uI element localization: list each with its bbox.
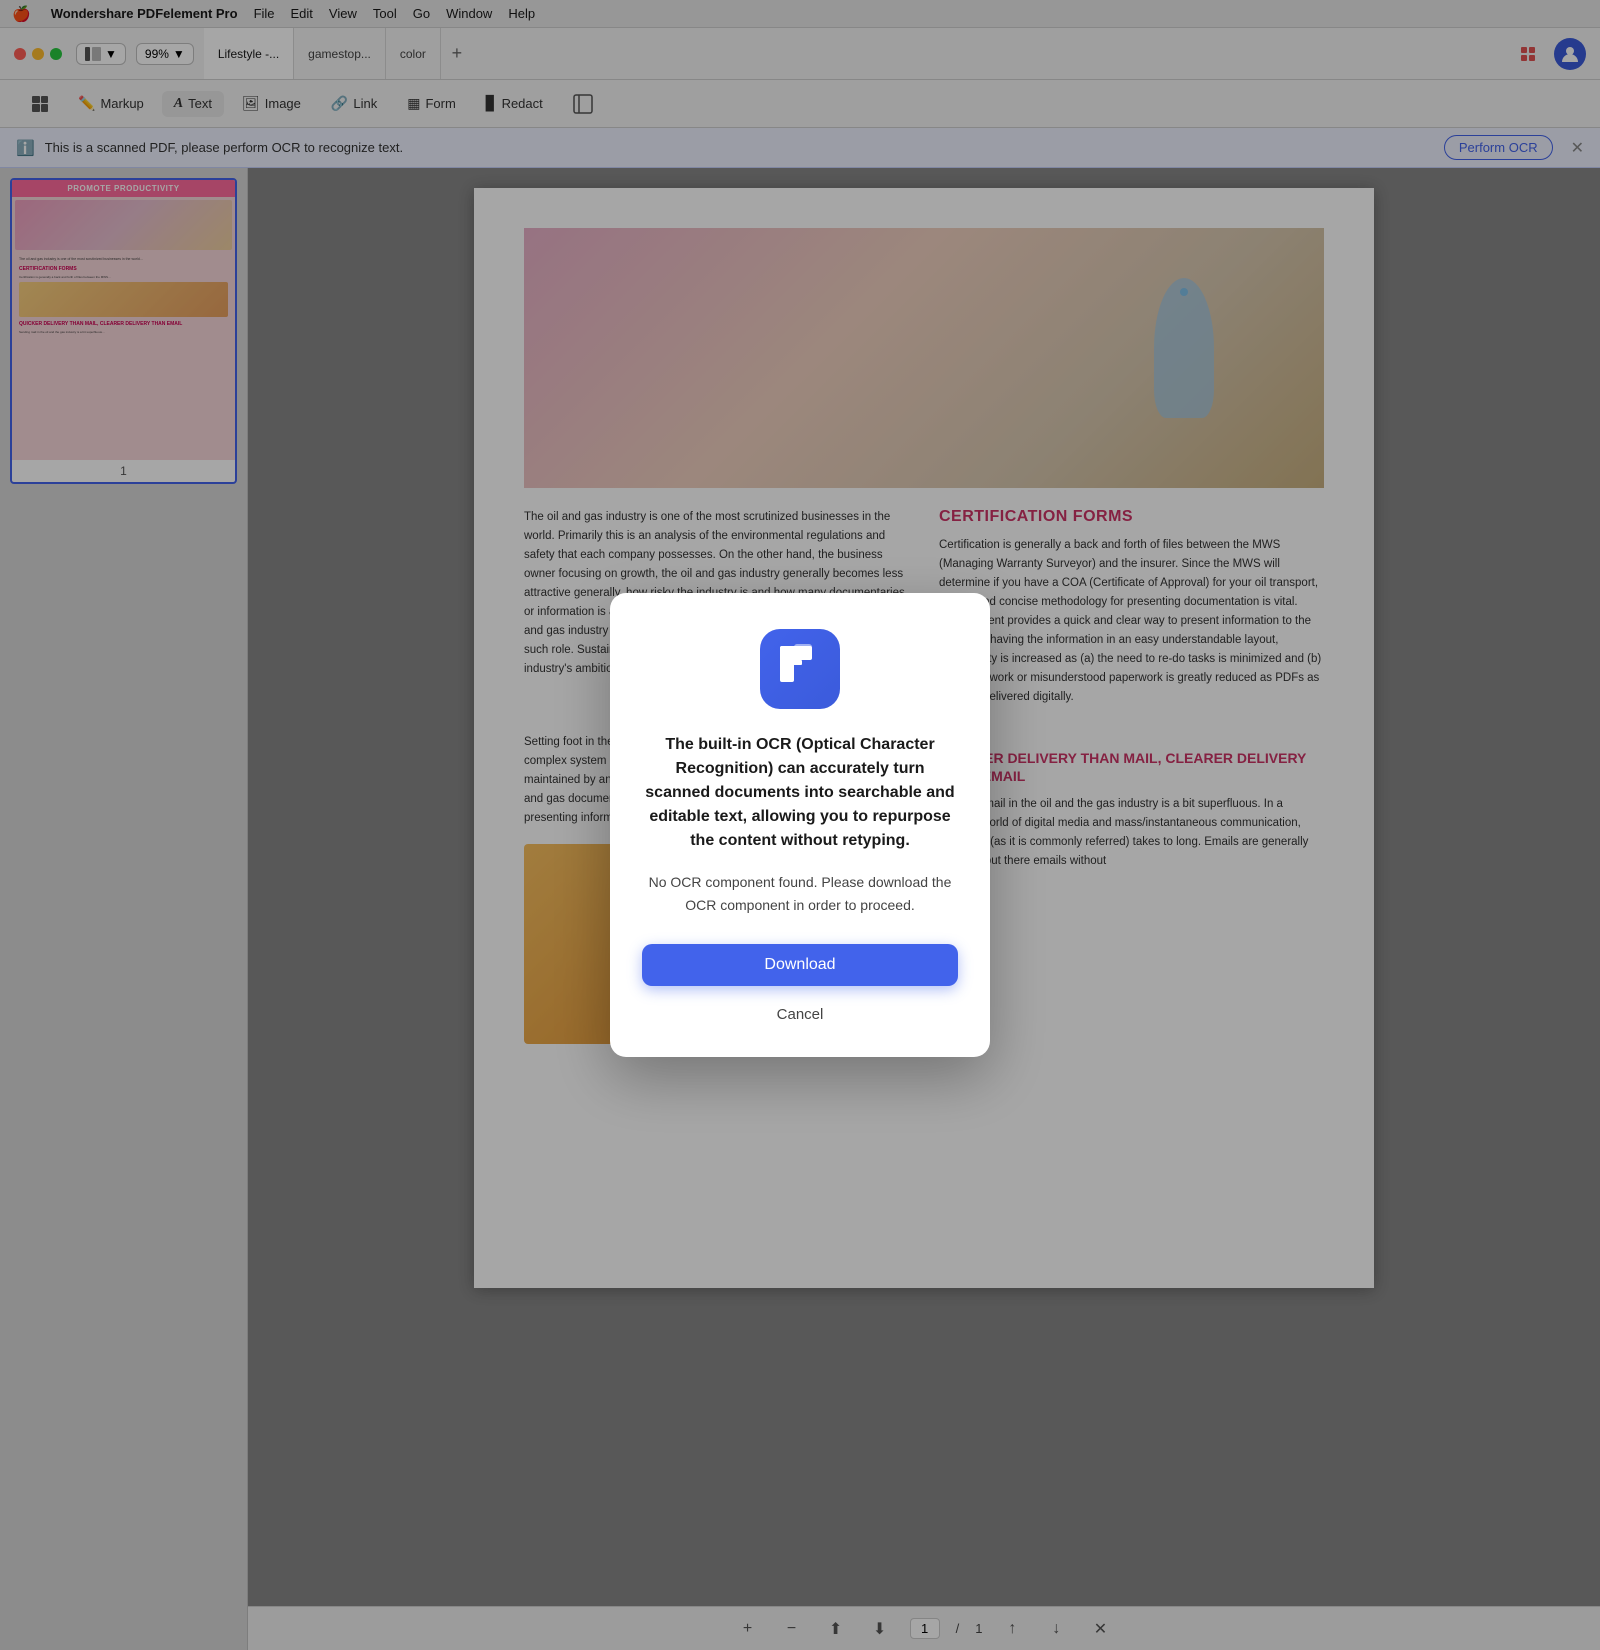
ocr-modal: The built-in OCR (Optical Character Reco… (610, 593, 990, 1057)
app-icon (760, 629, 840, 709)
cancel-button[interactable]: Cancel (771, 1000, 830, 1029)
modal-overlay: The built-in OCR (Optical Character Reco… (0, 0, 1600, 1650)
modal-title: The built-in OCR (Optical Character Reco… (642, 733, 958, 853)
download-button[interactable]: Download (642, 944, 958, 986)
modal-subtitle: No OCR component found. Please download … (642, 871, 958, 916)
app-icon-letter (774, 638, 826, 700)
